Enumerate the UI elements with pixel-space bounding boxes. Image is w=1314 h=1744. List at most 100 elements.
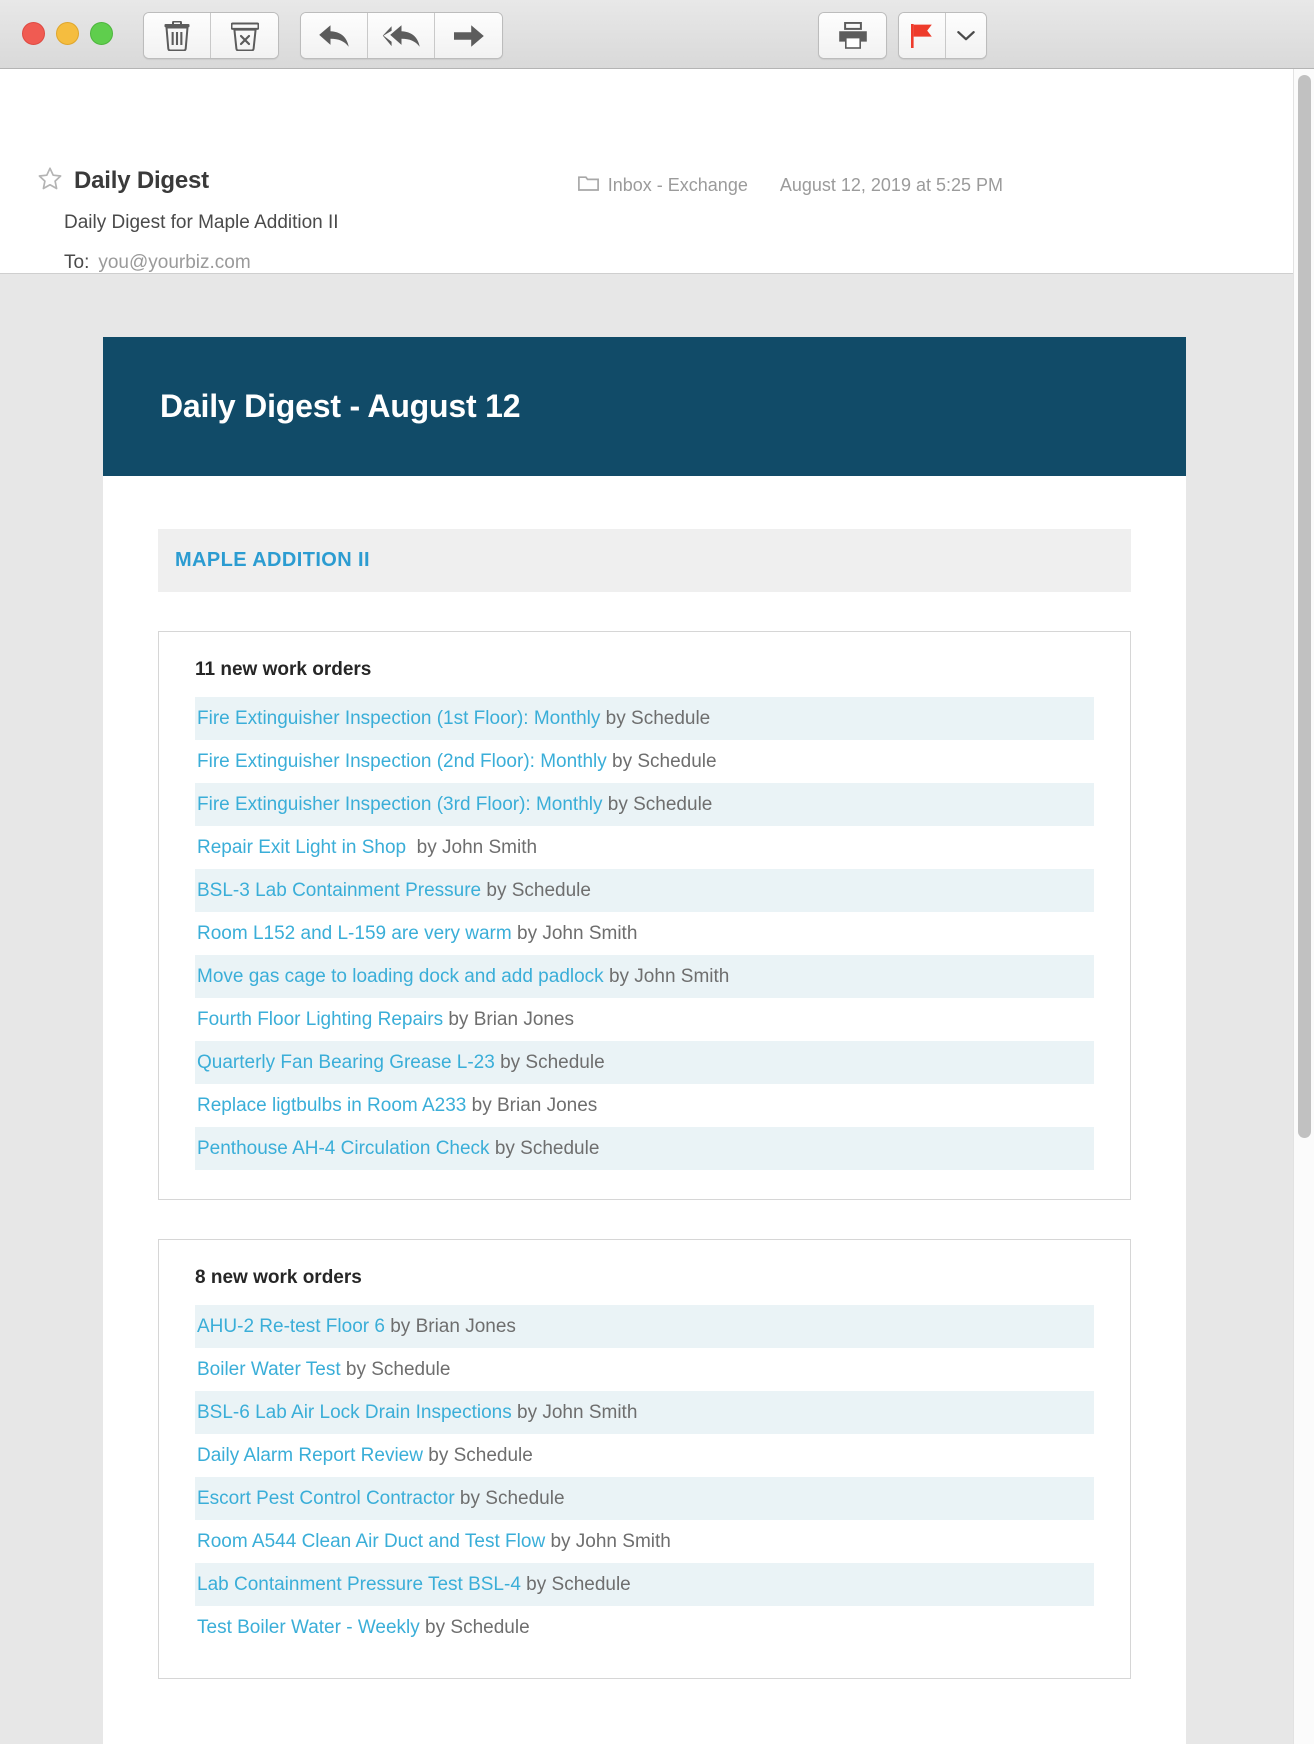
folder-icon [577, 174, 599, 196]
table-row[interactable]: Daily Alarm Report Review by Schedule [195, 1434, 1094, 1477]
trash-icon [164, 20, 190, 51]
table-row[interactable]: Replace ligtbulbs in Room A233 by Brian … [195, 1084, 1094, 1127]
print-button-group [818, 12, 887, 59]
chevron-down-icon [957, 30, 975, 42]
delete-button-group [143, 12, 279, 59]
work-order-link[interactable]: Daily Alarm Report Review [197, 1445, 423, 1467]
work-order-link[interactable]: Quarterly Fan Bearing Grease L-23 [197, 1052, 495, 1074]
traffic-lights [22, 22, 113, 45]
message-header: Daily Digest Daily Digest for Maple Addi… [0, 69, 1293, 311]
reply-button-group [300, 12, 503, 59]
digest-title: Daily Digest - August 12 [160, 388, 521, 424]
work-order-link[interactable]: Fire Extinguisher Inspection (2nd Floor)… [197, 751, 607, 773]
work-order-link[interactable]: Boiler Water Test [197, 1359, 341, 1381]
work-order-author: by John Smith [406, 836, 538, 858]
message-preview: Daily Digest for Maple Addition II [64, 212, 339, 233]
work-order-link[interactable]: Fire Extinguisher Inspection (1st Floor)… [197, 708, 600, 730]
work-order-author: by John Smith [545, 1530, 671, 1552]
work-order-author: by Schedule [454, 1487, 565, 1509]
reply-button[interactable] [301, 13, 368, 58]
table-row[interactable]: BSL-6 Lab Air Lock Drain Inspections by … [195, 1391, 1094, 1434]
to-field-row: To: you@yourbiz.com [64, 252, 251, 274]
work-order-link[interactable]: Repair Exit Light in Shop [197, 837, 406, 859]
print-button[interactable] [819, 13, 886, 58]
table-row[interactable]: Boiler Water Test by Schedule [195, 1348, 1094, 1391]
work-order-author: by Brian Jones [443, 1008, 575, 1030]
delete-button[interactable] [144, 13, 211, 58]
reply-arrow-icon [318, 23, 350, 49]
property-section-header: MAPLE ADDITION II [158, 529, 1131, 592]
scrollbar-thumb[interactable] [1298, 75, 1311, 1138]
table-row[interactable]: Repair Exit Light in Shop by John Smith [195, 826, 1094, 869]
window-toolbar [0, 0, 1314, 69]
work-order-author: by Schedule [340, 1358, 451, 1380]
table-row[interactable]: Fourth Floor Lighting Repairs by Brian J… [195, 998, 1094, 1041]
work-order-author: by Schedule [520, 1573, 631, 1595]
work-order-author: by Schedule [422, 1444, 533, 1466]
message-meta: Inbox - Exchange August 12, 2019 at 5:25… [577, 174, 1003, 196]
vertical-scrollbar[interactable] [1293, 69, 1314, 1744]
table-row[interactable]: Fire Extinguisher Inspection (1st Floor)… [195, 697, 1094, 740]
flag-button[interactable] [899, 13, 946, 58]
table-row[interactable]: Fire Extinguisher Inspection (3rd Floor)… [195, 783, 1094, 826]
to-label: To: [64, 252, 90, 273]
work-order-link[interactable]: BSL-6 Lab Air Lock Drain Inspections [197, 1402, 512, 1424]
mailbox-name: Inbox - Exchange [607, 174, 748, 195]
work-order-link[interactable]: Move gas cage to loading dock and add pa… [197, 966, 604, 988]
work-order-link[interactable]: Fourth Floor Lighting Repairs [197, 1009, 443, 1031]
card-title: 8 new work orders [195, 1267, 362, 1288]
work-order-link[interactable]: Room L152 and L-159 are very warm [197, 923, 512, 945]
table-row[interactable]: Lab Containment Pressure Test BSL-4 by S… [195, 1563, 1094, 1606]
work-order-link[interactable]: Replace ligtbulbs in Room A233 [197, 1095, 466, 1117]
work-order-author: by Schedule [602, 793, 713, 815]
table-row[interactable]: Escort Pest Control Contractor by Schedu… [195, 1477, 1094, 1520]
table-row[interactable]: Room L152 and L-159 are very warm by Joh… [195, 912, 1094, 955]
table-row[interactable]: Fire Extinguisher Inspection (2nd Floor)… [195, 740, 1094, 783]
forward-button[interactable] [435, 13, 502, 58]
digest-panel: MAPLE ADDITION II 11 new work orders Fir… [103, 476, 1186, 1744]
minimize-window-button[interactable] [56, 22, 79, 45]
property-name: MAPLE ADDITION II [175, 549, 370, 571]
table-row[interactable]: AHU-2 Re-test Floor 6 by Brian Jones [195, 1305, 1094, 1348]
reply-all-button[interactable] [368, 13, 435, 58]
flag-menu-button[interactable] [946, 13, 986, 58]
move-to-junk-button[interactable] [211, 13, 278, 58]
table-row[interactable]: Penthouse AH-4 Circulation Check by Sche… [195, 1127, 1094, 1170]
work-order-link[interactable]: Penthouse AH-4 Circulation Check [197, 1138, 490, 1160]
zoom-window-button[interactable] [90, 22, 113, 45]
work-order-author: by Schedule [494, 1051, 605, 1073]
work-order-link[interactable]: Fire Extinguisher Inspection (3rd Floor)… [197, 794, 603, 816]
work-order-link[interactable]: BSL-3 Lab Containment Pressure [197, 880, 481, 902]
message-body: Daily Digest - August 12 MAPLE ADDITION … [0, 274, 1293, 1744]
table-row[interactable]: Move gas cage to loading dock and add pa… [195, 955, 1094, 998]
table-row[interactable]: Room A544 Clean Air Duct and Test Flow b… [195, 1520, 1094, 1563]
work-order-author: by John Smith [511, 1401, 638, 1423]
work-order-card: 11 new work orders Fire Extinguisher Ins… [158, 631, 1131, 1200]
digest-email: Daily Digest - August 12 MAPLE ADDITION … [103, 337, 1186, 1744]
table-row[interactable]: Test Boiler Water - Weekly by Schedule [195, 1606, 1094, 1649]
star-icon[interactable] [38, 167, 62, 195]
printer-icon [838, 22, 868, 49]
work-order-author: by Schedule [606, 750, 717, 772]
reply-all-arrow-icon [382, 23, 420, 49]
work-order-link[interactable]: Lab Containment Pressure Test BSL-4 [197, 1574, 521, 1596]
work-order-card: 8 new work orders AHU-2 Re-test Floor 6 … [158, 1239, 1131, 1679]
mail-window: Daily Digest Daily Digest for Maple Addi… [0, 0, 1314, 1744]
work-order-author: by Schedule [419, 1616, 530, 1638]
to-value[interactable]: you@yourbiz.com [98, 252, 250, 274]
work-order-link[interactable]: Escort Pest Control Contractor [197, 1488, 455, 1510]
junk-bin-icon [230, 21, 259, 51]
card-title: 11 new work orders [195, 659, 372, 680]
work-order-author: by Brian Jones [466, 1094, 598, 1116]
flag-button-group [898, 12, 987, 59]
flag-icon [910, 23, 934, 49]
table-row[interactable]: Quarterly Fan Bearing Grease L-23 by Sch… [195, 1041, 1094, 1084]
table-row[interactable]: BSL-3 Lab Containment Pressure by Schedu… [195, 869, 1094, 912]
forward-arrow-icon [453, 24, 484, 48]
work-order-author: by Schedule [481, 879, 591, 901]
work-order-author: by Schedule [489, 1137, 600, 1159]
work-order-link[interactable]: AHU-2 Re-test Floor 6 [197, 1316, 385, 1338]
close-window-button[interactable] [22, 22, 45, 45]
work-order-link[interactable]: Room A544 Clean Air Duct and Test Flow [197, 1531, 545, 1553]
work-order-link[interactable]: Test Boiler Water - Weekly [197, 1617, 420, 1639]
